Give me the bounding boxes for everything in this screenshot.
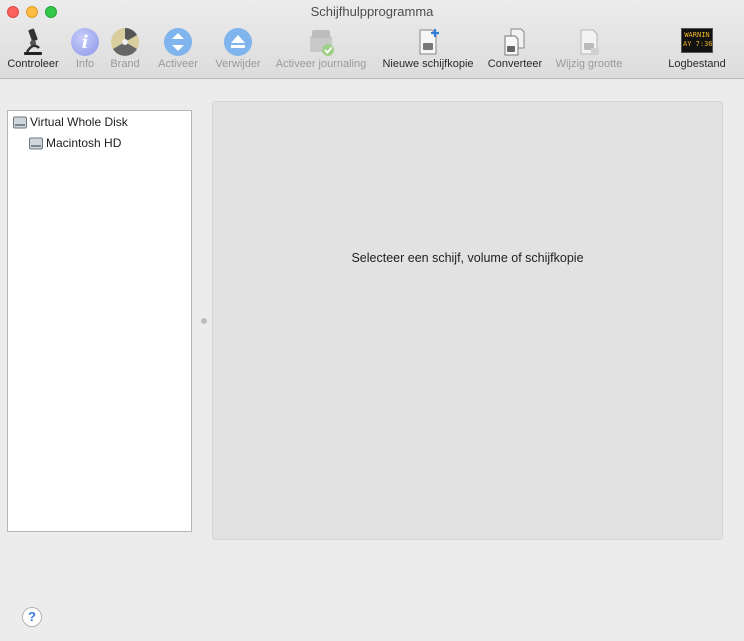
sidebar-item-label: Macintosh HD — [46, 136, 122, 150]
empty-selection-message: Selecteer een schijf, volume of schijfko… — [351, 251, 584, 265]
toolbar-activeer-journaling-button[interactable]: Activeer journaling — [270, 24, 372, 76]
disk-utility-window: Schijfhulpprogramma Controleer i Info Br… — [0, 0, 744, 641]
log-console-icon: WARNIN AY 7:36 — [681, 28, 713, 53]
help-button[interactable]: ? — [22, 607, 42, 627]
mount-icon — [162, 26, 194, 58]
toolbar-activeer-journaling-label: Activeer journaling — [275, 58, 367, 70]
hard-disk-icon — [13, 116, 27, 128]
toolbar-nieuwe-schijfkopie-button[interactable]: Nieuwe schijfkopie — [376, 24, 480, 76]
toolbar-brand-button[interactable]: Brand — [104, 24, 146, 76]
toolbar-info-button[interactable]: i Info — [66, 24, 104, 76]
resize-image-icon — [580, 29, 599, 55]
toolbar-verwijder-button[interactable]: Verwijder — [210, 24, 266, 76]
new-image-icon — [419, 29, 439, 55]
toolbar-wijzig-grootte-button[interactable]: Wijzig grootte — [550, 24, 628, 76]
toolbar-converteer-label: Converteer — [487, 58, 543, 70]
journaling-disk-icon — [310, 30, 334, 56]
toolbar-nieuwe-schijfkopie-label: Nieuwe schijfkopie — [382, 58, 474, 70]
detail-panel: Selecteer een schijf, volume of schijfko… — [212, 101, 723, 540]
eject-icon — [222, 26, 254, 58]
toolbar-controleer-button[interactable]: Controleer — [3, 24, 63, 76]
volume-disk-icon — [29, 137, 43, 149]
toolbar-activeer-button[interactable]: Activeer — [152, 24, 204, 76]
sidebar-item-label: Virtual Whole Disk — [30, 115, 128, 129]
toolbar-converteer-button[interactable]: Converteer — [484, 24, 546, 76]
log-icon-line-1: WARNIN — [684, 31, 710, 39]
info-icon: i — [69, 26, 101, 58]
title-toolbar: Schijfhulpprogramma Controleer i Info Br… — [0, 0, 744, 79]
convert-icon — [504, 28, 525, 56]
toolbar-verwijder-label: Verwijder — [215, 58, 261, 70]
log-icon-line-2: AY 7:36 — [683, 40, 713, 48]
toolbar-logbestand-label: Logbestand — [668, 58, 726, 70]
window-title: Schijfhulpprogramma — [310, 4, 434, 19]
burn-icon — [111, 28, 139, 56]
sidebar-item-macintosh-hd[interactable]: Macintosh HD — [29, 133, 121, 153]
toolbar-info-label: Info — [75, 58, 95, 70]
toolbar-controleer-label: Controleer — [7, 58, 59, 70]
toolbar-wijzig-grootte-label: Wijzig grootte — [555, 58, 623, 70]
toolbar-brand-label: Brand — [110, 58, 140, 70]
toolbar-logbestand-button[interactable]: WARNIN AY 7:36 Logbestand — [662, 24, 732, 76]
toolbar-activeer-label: Activeer — [158, 58, 198, 70]
microscope-icon — [24, 28, 42, 55]
disk-list-sidebar: Virtual Whole Disk Macintosh HD — [7, 110, 192, 532]
split-view-handle[interactable] — [201, 318, 207, 324]
sidebar-item-virtual-whole-disk[interactable]: Virtual Whole Disk — [13, 112, 128, 132]
